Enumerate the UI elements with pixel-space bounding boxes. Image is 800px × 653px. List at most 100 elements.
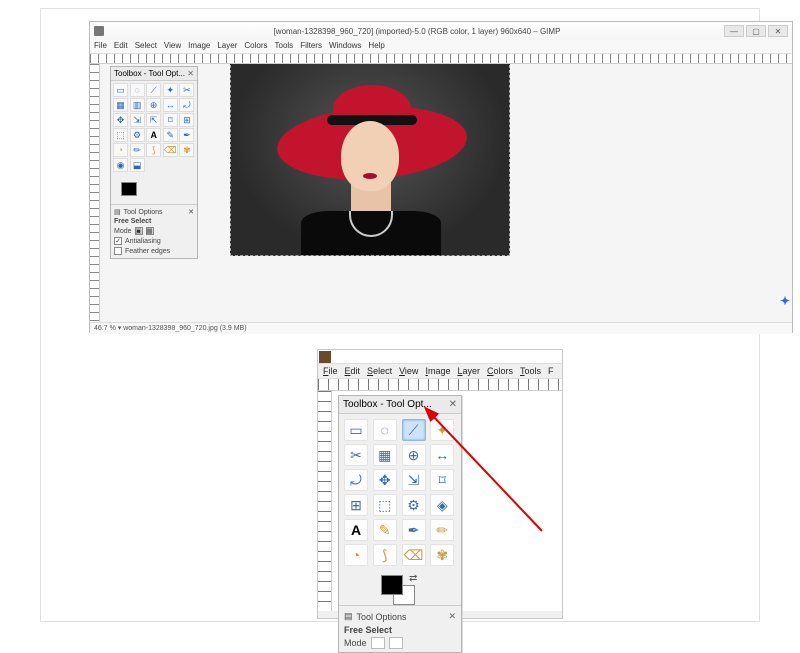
- crop-tool-icon[interactable]: ⊕: [146, 98, 161, 112]
- menu-view[interactable]: View: [164, 41, 181, 52]
- maximize-button[interactable]: ▢: [746, 25, 766, 37]
- zoom-menu-more[interactable]: F: [548, 366, 554, 376]
- zoom-foreground-swatch[interactable]: [381, 575, 403, 595]
- zoom-by-color-icon[interactable]: ▦: [373, 444, 397, 466]
- toolbox-titlebar[interactable]: Toolbox - Tool Opt... ✕: [111, 67, 197, 81]
- menu-layer[interactable]: Layer: [217, 41, 237, 52]
- mode-add-button[interactable]: [389, 637, 403, 649]
- by-color-select-tool-icon[interactable]: ▦: [113, 98, 128, 112]
- zoom-crop-icon[interactable]: ⊕: [402, 444, 426, 466]
- tool-options-current: Free Select: [114, 217, 194, 226]
- zoom-menu-layer[interactable]: Layer: [457, 366, 480, 376]
- zoom-menu-colors[interactable]: Colors: [487, 366, 513, 376]
- menu-filters[interactable]: Filters: [300, 41, 322, 52]
- rect-select-tool-icon[interactable]: ▭: [113, 83, 128, 97]
- antialias-checkbox[interactable]: ✓: [114, 237, 122, 245]
- zoom-scissors-icon[interactable]: ✂: [344, 444, 368, 466]
- foreground-color-swatch[interactable]: [121, 182, 137, 196]
- zoom-bucket-icon[interactable]: ◔: [344, 544, 368, 566]
- zoom-opt-close-icon[interactable]: ✕: [448, 611, 456, 622]
- mode-replace-icon[interactable]: ▣: [135, 227, 143, 235]
- ink-tool-icon[interactable]: ✏: [130, 143, 145, 157]
- zoom-ink-icon[interactable]: ✒: [402, 519, 426, 541]
- menu-colors[interactable]: Colors: [244, 41, 267, 52]
- zoom-text-icon[interactable]: A: [344, 519, 368, 541]
- status-text: 46.7 % ▾ woman-1328398_960_720.jpg (3.9 …: [94, 325, 247, 332]
- flip-tool-icon[interactable]: ⬚: [113, 128, 128, 142]
- color-swatches: [111, 174, 197, 204]
- zoom-toolbox-titlebar[interactable]: Toolbox - Tool Opt... ✕: [339, 396, 461, 414]
- menu-windows[interactable]: Windows: [329, 41, 361, 52]
- mode-add-icon[interactable]: ▦: [146, 227, 154, 235]
- foreground-select-tool-icon[interactable]: ▥: [130, 98, 145, 112]
- smudge-tool-icon[interactable]: ✾: [179, 143, 194, 157]
- zoom-clone-icon[interactable]: ⟆: [373, 544, 397, 566]
- menu-help[interactable]: Help: [368, 41, 384, 52]
- zoom-flip-icon[interactable]: ⬚: [373, 494, 397, 516]
- tool-options-close-icon[interactable]: ✕: [188, 208, 194, 216]
- free-select-tool-icon[interactable]: ⟋: [146, 83, 161, 97]
- shear-tool-icon[interactable]: ⇱: [146, 113, 161, 127]
- zoom-shear-icon[interactable]: ⌑: [430, 469, 454, 491]
- unified-transform-tool-icon[interactable]: ⚙: [130, 128, 145, 142]
- zoom-pencil-icon[interactable]: ✏: [430, 519, 454, 541]
- close-button[interactable]: ✕: [768, 25, 788, 37]
- swap-colors-icon[interactable]: ⇄: [409, 573, 417, 584]
- image-canvas[interactable]: [230, 64, 510, 256]
- zoom-scale-icon[interactable]: ⇲: [402, 469, 426, 491]
- zoom-free-select-icon[interactable]: ⟋: [402, 419, 426, 441]
- zoom-titlebar: [318, 350, 562, 364]
- zoom-menu-select[interactable]: Select: [367, 366, 392, 376]
- zoom-handle-icon[interactable]: ◈: [430, 494, 454, 516]
- menu-file[interactable]: File: [94, 41, 107, 52]
- tool-options-title: Tool Options: [124, 209, 163, 216]
- zoom-ellipse-select-icon[interactable]: ◌: [373, 419, 397, 441]
- clone-tool-icon[interactable]: ⟆: [146, 143, 161, 157]
- ellipse-select-tool-icon[interactable]: ◌: [130, 83, 145, 97]
- perspective-tool-icon[interactable]: ⌑: [163, 113, 178, 127]
- zoom-rotate-icon[interactable]: ⤾: [344, 469, 368, 491]
- toolbox-close-icon[interactable]: ✕: [187, 69, 194, 78]
- zoom-toolbox-close-icon[interactable]: ✕: [449, 399, 457, 410]
- minimize-button[interactable]: —: [724, 25, 744, 37]
- menu-tools[interactable]: Tools: [275, 41, 294, 52]
- zoom-fuzzy-select-icon[interactable]: ✦: [430, 419, 454, 441]
- feather-checkbox[interactable]: [114, 247, 122, 255]
- align-tool-icon[interactable]: ✥: [113, 113, 128, 127]
- toolbox-title: Toolbox - Tool Opt...: [114, 69, 185, 78]
- zoom-brush-icon[interactable]: ✎: [373, 519, 397, 541]
- zoom-menu-view[interactable]: View: [399, 366, 418, 376]
- mode-replace-button[interactable]: [371, 637, 385, 649]
- bucket-tool-icon[interactable]: ◔: [113, 143, 128, 157]
- move-tool-icon[interactable]: ↔: [163, 98, 178, 112]
- menu-image[interactable]: Image: [188, 41, 210, 52]
- rotate-tool-icon[interactable]: ⤾: [179, 98, 194, 112]
- eraser-tool-icon[interactable]: ⌫: [163, 143, 178, 157]
- scissors-tool-icon[interactable]: ✂: [179, 83, 194, 97]
- canvas-area[interactable]: Toolbox - Tool Opt... ✕ ▭ ◌ ⟋ ✦ ✂ ▦ ▥ ⊕ …: [100, 64, 792, 322]
- cage-tool-icon[interactable]: ⊞: [179, 113, 194, 127]
- fuzzy-select-tool-icon[interactable]: ✦: [163, 83, 178, 97]
- zoom-menu-edit[interactable]: Edit: [345, 366, 361, 376]
- zoom-eraser-icon[interactable]: ⌫: [402, 544, 426, 566]
- scale-tool-icon[interactable]: ⇲: [130, 113, 145, 127]
- menu-edit[interactable]: Edit: [114, 41, 128, 52]
- zoom-vertical-ruler: [318, 391, 332, 611]
- tool-options-header[interactable]: ▤ Tool Options ✕: [114, 207, 194, 217]
- zoom-menu-tools[interactable]: Tools: [520, 366, 541, 376]
- zoom-align-icon[interactable]: ✥: [373, 469, 397, 491]
- measure-tool-icon[interactable]: ⬓: [130, 158, 145, 172]
- text-tool-icon[interactable]: A: [146, 128, 161, 142]
- zoom-smudge-icon[interactable]: ✾: [430, 544, 454, 566]
- zoom-rect-select-icon[interactable]: ▭: [344, 419, 368, 441]
- zoom-menu-image[interactable]: Image: [425, 366, 450, 376]
- menu-select[interactable]: Select: [135, 41, 157, 52]
- paintbrush-tool-icon[interactable]: ✎: [163, 128, 178, 142]
- pencil-tool-icon[interactable]: ✒: [179, 128, 194, 142]
- dodge-tool-icon[interactable]: ◉: [113, 158, 128, 172]
- zoom-cage-icon[interactable]: ⊞: [344, 494, 368, 516]
- navigation-icon[interactable]: ✦: [780, 294, 790, 308]
- zoom-transform-icon[interactable]: ⚙: [402, 494, 426, 516]
- zoom-menu-file[interactable]: File: [323, 366, 338, 376]
- zoom-move-icon[interactable]: ↔: [430, 444, 454, 466]
